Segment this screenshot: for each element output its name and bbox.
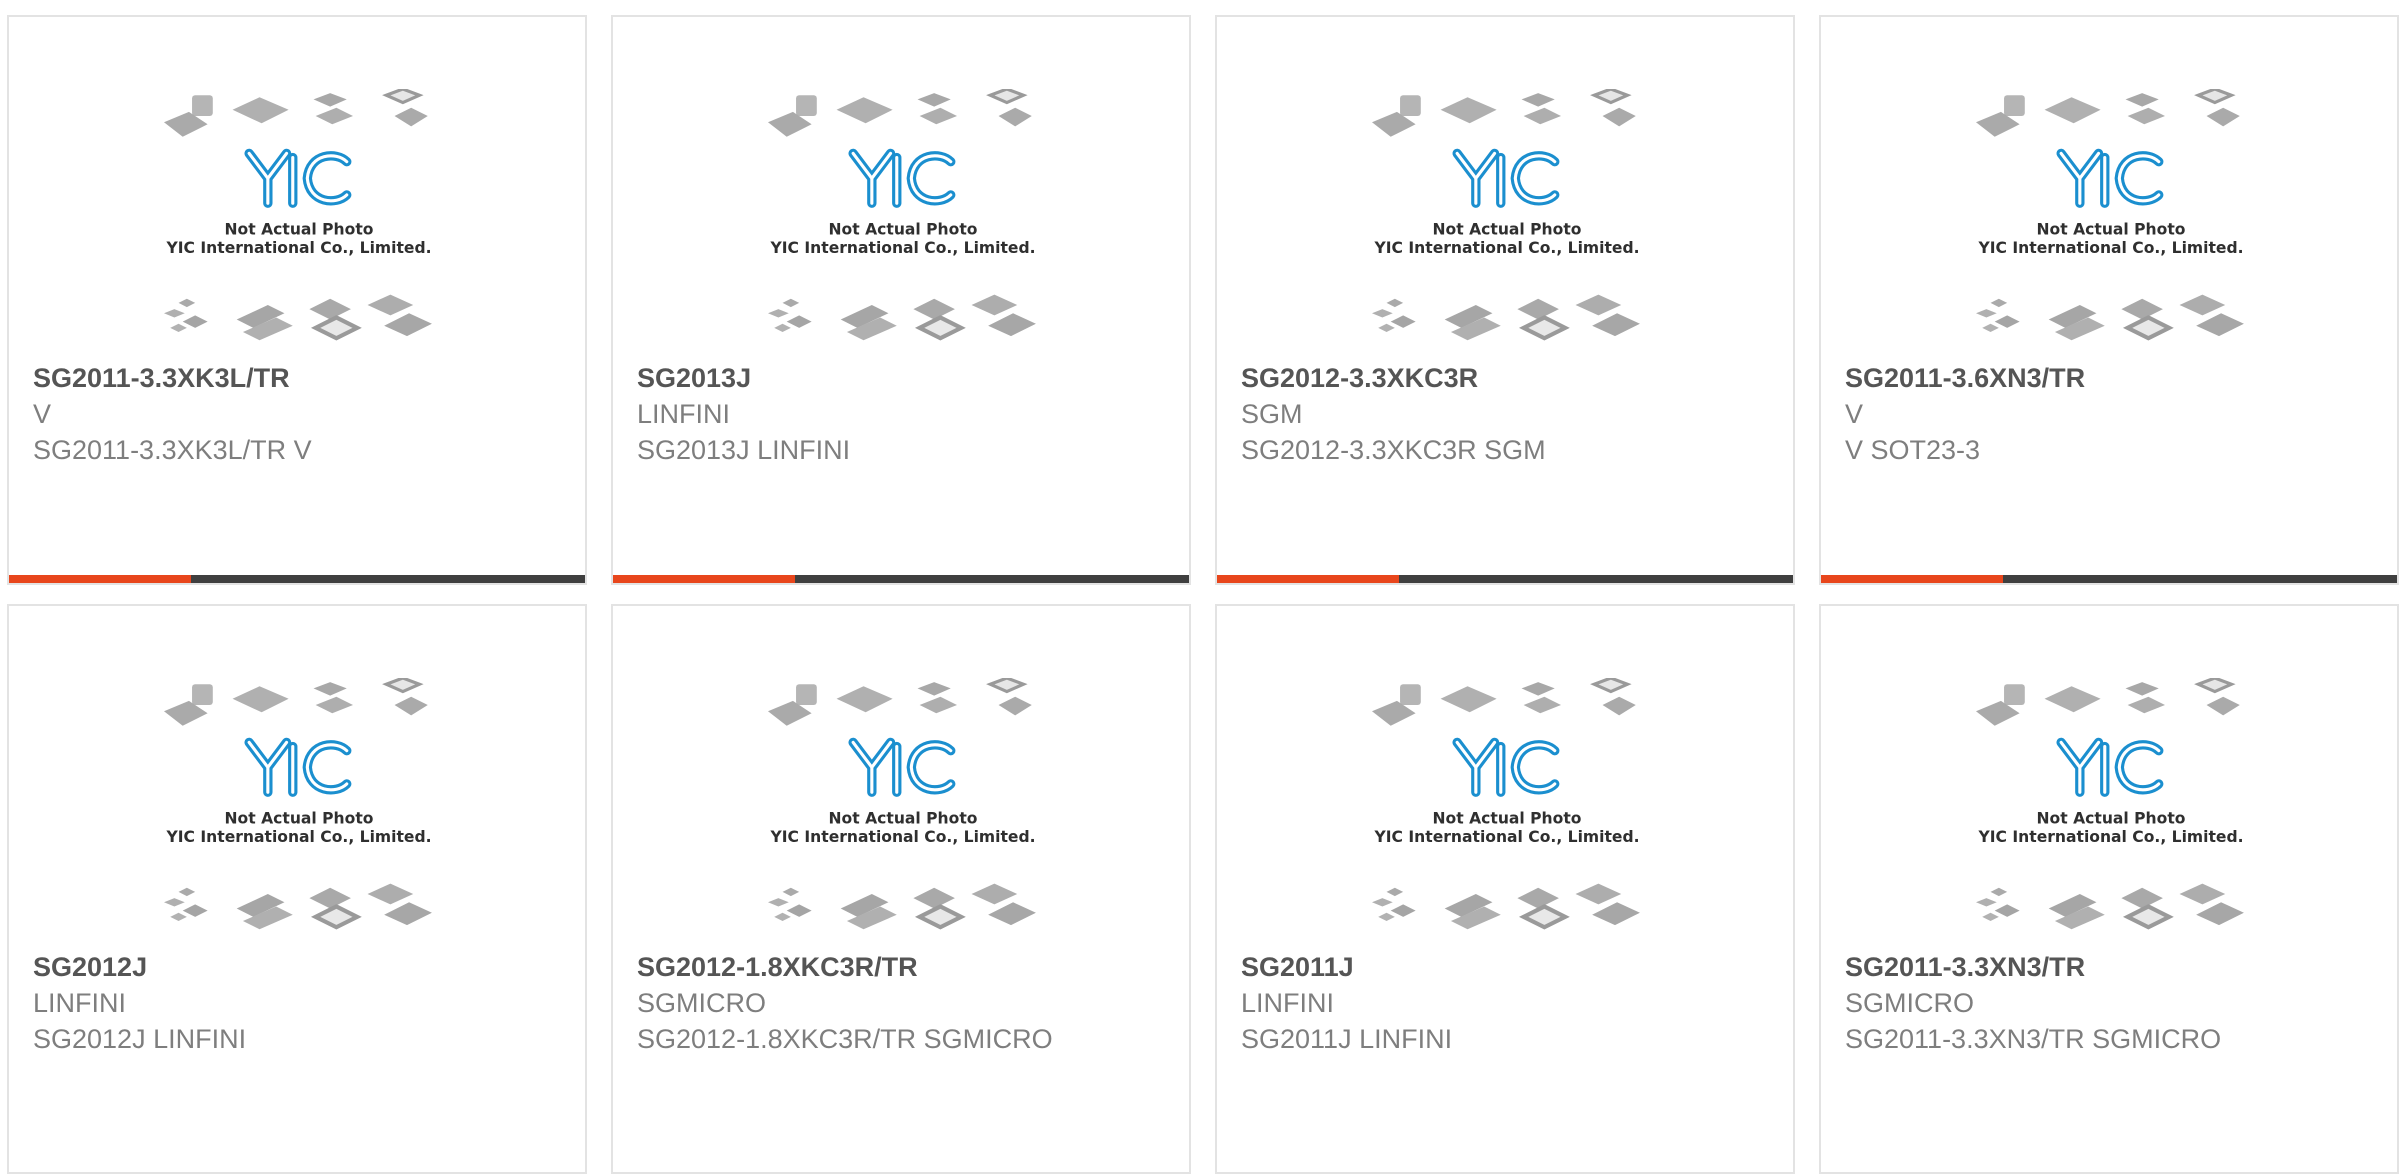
svg-text:Not Actual Photo: Not Actual Photo	[225, 809, 374, 827]
placeholder-photo: Not Actual Photo YIC International Co., …	[164, 89, 434, 359]
description: SG2011-3.3XN3/TR SGMICRO	[1845, 1024, 2222, 1054]
svg-text:YIC International Co., Limited: YIC International Co., Limited.	[1977, 239, 2243, 257]
product-image[interactable]: Not Actual Photo YIC International Co., …	[1821, 89, 2399, 359]
manufacturer: LINFINI	[637, 399, 731, 429]
svg-text:Not Actual Photo: Not Actual Photo	[2037, 220, 2186, 238]
accent-segment	[1217, 575, 1399, 583]
product-card[interactable]: Not Actual Photo YIC International Co., …	[611, 604, 1191, 1174]
svg-text:YIC International Co., Limited: YIC International Co., Limited.	[769, 828, 1035, 846]
product-info: SG2011J LINFINI SG2011J LINFINI	[1241, 949, 1777, 1057]
placeholder-photo: Not Actual Photo YIC International Co., …	[768, 678, 1038, 948]
manufacturer: SGMICRO	[637, 988, 767, 1018]
product-info: SG2012J LINFINI SG2012J LINFINI	[33, 949, 569, 1057]
description: SG2013J LINFINI	[637, 435, 851, 465]
svg-text:Not Actual Photo: Not Actual Photo	[829, 809, 978, 827]
product-info: SG2011-3.3XN3/TR SGMICRO SG2011-3.3XN3/T…	[1845, 949, 2381, 1057]
svg-text:Not Actual Photo: Not Actual Photo	[225, 220, 374, 238]
manufacturer: LINFINI	[1241, 988, 1335, 1018]
product-card[interactable]: Not Actual Photo YIC International Co., …	[1215, 604, 1795, 1174]
accent-segment	[1821, 575, 2003, 583]
product-grid: Not Actual Photo YIC International Co., …	[0, 0, 2400, 1174]
svg-text:Not Actual Photo: Not Actual Photo	[1433, 809, 1582, 827]
placeholder-photo: Not Actual Photo YIC International Co., …	[768, 89, 1038, 359]
product-image[interactable]: Not Actual Photo YIC International Co., …	[613, 678, 1191, 948]
description: SG2011J LINFINI	[1241, 1024, 1453, 1054]
placeholder-photo: Not Actual Photo YIC International Co., …	[1372, 678, 1642, 948]
product-card[interactable]: Not Actual Photo YIC International Co., …	[7, 604, 587, 1174]
product-image[interactable]: Not Actual Photo YIC International Co., …	[9, 89, 587, 359]
svg-text:YIC International Co., Limited: YIC International Co., Limited.	[1373, 828, 1639, 846]
accent-track	[2003, 575, 2397, 583]
product-card[interactable]: Not Actual Photo YIC International Co., …	[7, 15, 587, 585]
product-image[interactable]: Not Actual Photo YIC International Co., …	[1217, 678, 1795, 948]
accent-track	[795, 575, 1189, 583]
product-image[interactable]: Not Actual Photo YIC International Co., …	[613, 89, 1191, 359]
svg-text:YIC International Co., Limited: YIC International Co., Limited.	[165, 828, 431, 846]
yic-logo-icon	[853, 742, 951, 792]
product-info: SG2012-1.8XKC3R/TR SGMICRO SG2012-1.8XKC…	[637, 949, 1173, 1057]
product-card[interactable]: Not Actual Photo YIC International Co., …	[1215, 15, 1795, 585]
svg-text:Not Actual Photo: Not Actual Photo	[829, 220, 978, 238]
yic-logo-icon	[2061, 742, 2159, 792]
description: SG2012-1.8XKC3R/TR SGMICRO	[637, 1024, 1053, 1054]
yic-logo-icon	[1457, 153, 1555, 203]
svg-text:YIC International Co., Limited: YIC International Co., Limited.	[1977, 828, 2243, 846]
yic-logo-icon	[1457, 742, 1555, 792]
manufacturer: SGMICRO	[1845, 988, 1975, 1018]
part-number[interactable]: SG2011-3.3XK3L/TR	[33, 360, 569, 396]
yic-logo-icon	[249, 742, 347, 792]
part-number[interactable]: SG2012J	[33, 949, 569, 985]
accent-track	[1399, 575, 1793, 583]
yic-logo-icon	[853, 153, 951, 203]
part-number[interactable]: SG2013J	[637, 360, 1173, 396]
yic-logo-icon	[249, 153, 347, 203]
manufacturer: V	[1845, 399, 1864, 429]
card-accent-bar	[613, 575, 1189, 583]
description: V SOT23-3	[1845, 435, 1981, 465]
accent-segment	[9, 575, 191, 583]
card-accent-bar	[1821, 575, 2397, 583]
placeholder-photo: Not Actual Photo YIC International Co., …	[1372, 89, 1642, 359]
part-number[interactable]: SG2011-3.3XN3/TR	[1845, 949, 2381, 985]
svg-text:YIC International Co., Limited: YIC International Co., Limited.	[769, 239, 1035, 257]
product-image[interactable]: Not Actual Photo YIC International Co., …	[1217, 89, 1795, 359]
part-number[interactable]: SG2011J	[1241, 949, 1777, 985]
product-card[interactable]: Not Actual Photo YIC International Co., …	[1819, 604, 2399, 1174]
product-info: SG2011-3.6XN3/TR V V SOT23-3	[1845, 360, 2381, 468]
product-info: SG2013J LINFINI SG2013J LINFINI	[637, 360, 1173, 468]
product-card[interactable]: Not Actual Photo YIC International Co., …	[1819, 15, 2399, 585]
manufacturer: SGM	[1241, 399, 1303, 429]
product-info: SG2012-3.3XKC3R SGM SG2012-3.3XKC3R SGM	[1241, 360, 1777, 468]
description: SG2011-3.3XK3L/TR V	[33, 435, 312, 465]
svg-text:YIC International Co., Limited: YIC International Co., Limited.	[165, 239, 431, 257]
svg-text:YIC International Co., Limited: YIC International Co., Limited.	[1373, 239, 1639, 257]
card-accent-bar	[9, 575, 585, 583]
product-image[interactable]: Not Actual Photo YIC International Co., …	[1821, 678, 2399, 948]
manufacturer: LINFINI	[33, 988, 127, 1018]
product-card[interactable]: Not Actual Photo YIC International Co., …	[611, 15, 1191, 585]
card-accent-bar	[1217, 575, 1793, 583]
part-number[interactable]: SG2011-3.6XN3/TR	[1845, 360, 2381, 396]
description: SG2012J LINFINI	[33, 1024, 247, 1054]
part-number[interactable]: SG2012-1.8XKC3R/TR	[637, 949, 1173, 985]
description: SG2012-3.3XKC3R SGM	[1241, 435, 1546, 465]
yic-logo-icon	[2061, 153, 2159, 203]
placeholder-photo: Not Actual Photo YIC International Co., …	[164, 678, 434, 948]
placeholder-photo: Not Actual Photo YIC International Co., …	[1976, 89, 2246, 359]
svg-text:Not Actual Photo: Not Actual Photo	[2037, 809, 2186, 827]
accent-track	[191, 575, 585, 583]
part-number[interactable]: SG2012-3.3XKC3R	[1241, 360, 1777, 396]
accent-segment	[613, 575, 795, 583]
manufacturer: V	[33, 399, 52, 429]
placeholder-photo: Not Actual Photo YIC International Co., …	[1976, 678, 2246, 948]
svg-text:Not Actual Photo: Not Actual Photo	[1433, 220, 1582, 238]
product-info: SG2011-3.3XK3L/TR V SG2011-3.3XK3L/TR V	[33, 360, 569, 468]
product-image[interactable]: Not Actual Photo YIC International Co., …	[9, 678, 587, 948]
